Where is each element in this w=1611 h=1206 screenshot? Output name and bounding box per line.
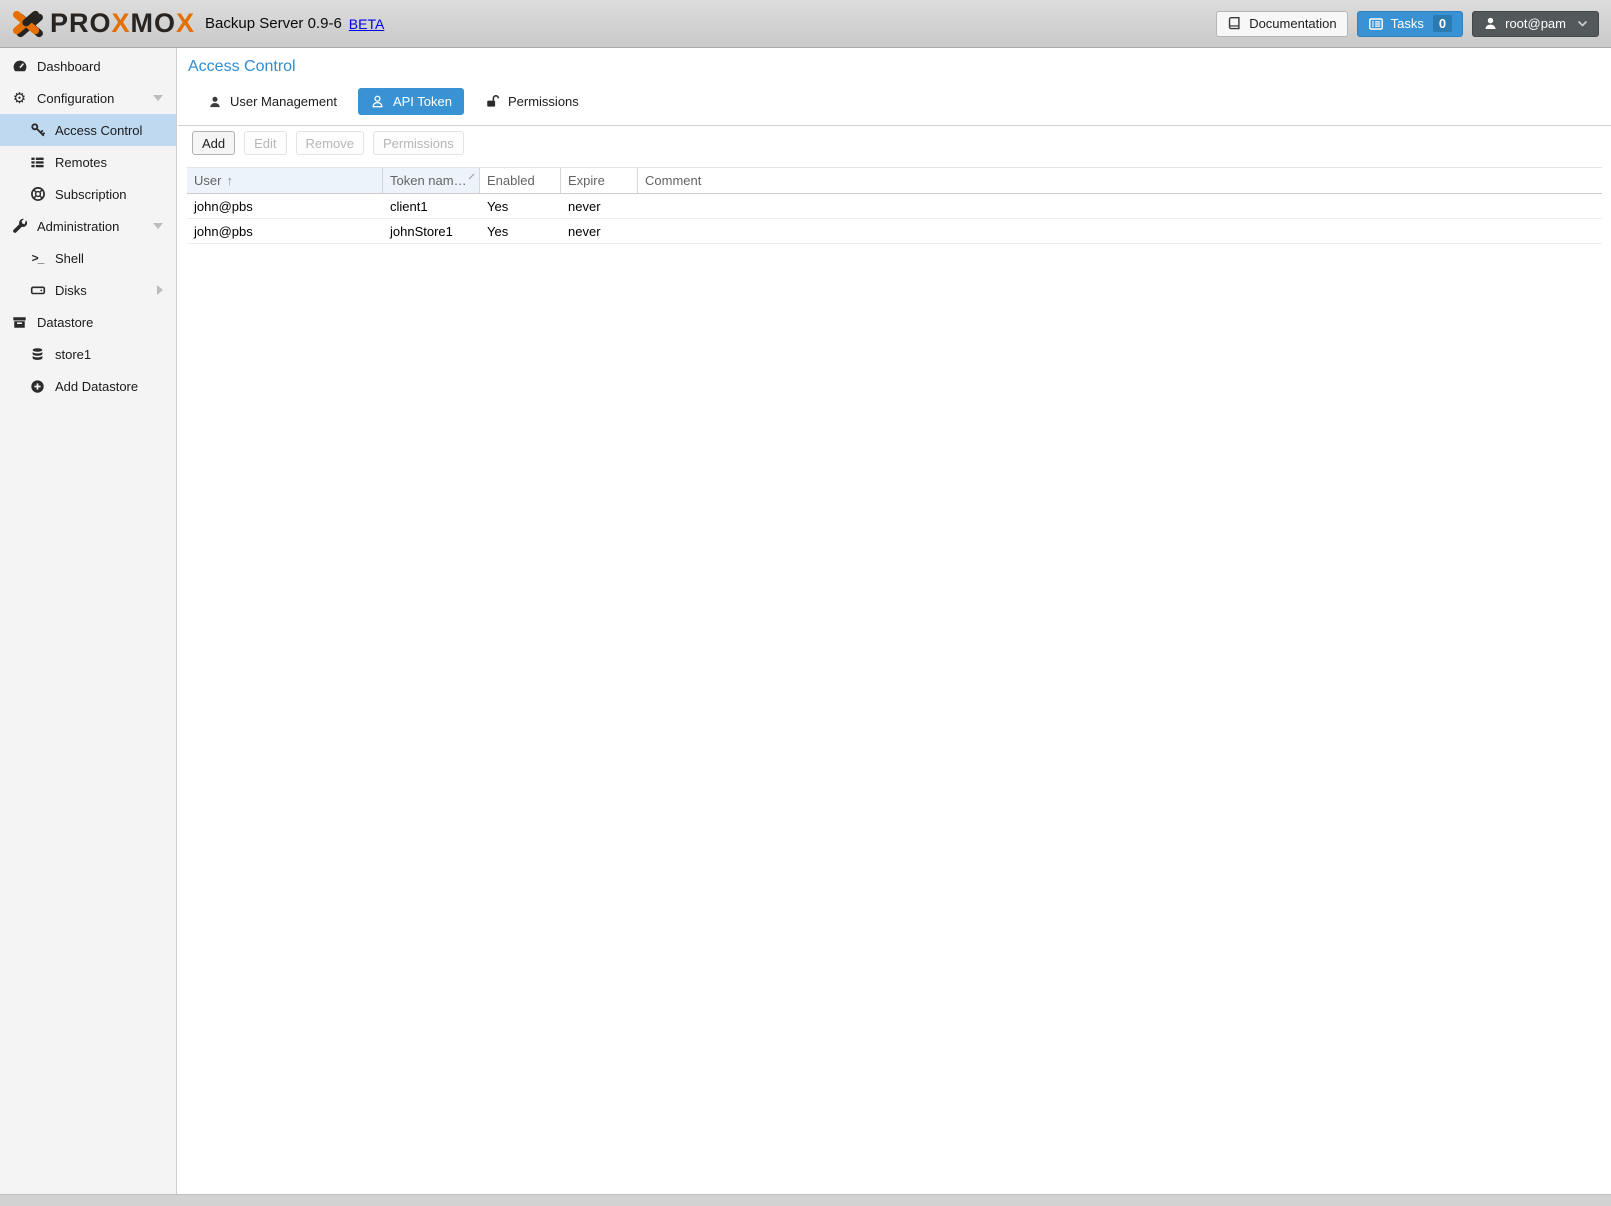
proxmox-wordmark: PROXMOX <box>50 10 195 37</box>
cell-token: client1 <box>383 194 480 218</box>
key-icon <box>28 122 47 138</box>
tab-label: Permissions <box>508 94 579 109</box>
page-title: Access Control <box>178 48 1611 76</box>
tasks-label: Tasks <box>1391 16 1424 31</box>
cell-user: john@pbs <box>187 219 383 243</box>
sidebar-item-administration[interactable]: Administration <box>0 210 176 242</box>
archive-box-icon <box>10 315 29 330</box>
cell-enabled: Yes <box>480 219 561 243</box>
tab-bar: User Management API Token Permissions <box>196 88 1611 115</box>
wrench-icon <box>10 218 29 234</box>
hard-drive-icon <box>28 282 47 298</box>
tab-user-management[interactable]: User Management <box>196 88 349 115</box>
user-icon <box>1483 16 1498 31</box>
cell-token: johnStore1 <box>383 219 480 243</box>
tab-label: API Token <box>393 94 452 109</box>
table-row[interactable]: john@pbs client1 Yes never <box>187 194 1602 219</box>
sidebar-item-label: Subscription <box>55 187 127 202</box>
proxmox-x-icon <box>10 9 44 39</box>
tab-label: User Management <box>230 94 337 109</box>
sidebar-item-add-datastore[interactable]: Add Datastore <box>0 370 176 402</box>
gears-icon: ⚙ <box>10 91 29 106</box>
unlock-icon <box>485 94 500 109</box>
sidebar-item-label: Access Control <box>55 123 142 138</box>
documentation-button[interactable]: Documentation <box>1216 11 1347 37</box>
sidebar-item-label: Dashboard <box>37 59 101 74</box>
list-icon <box>28 155 47 170</box>
main-panel: Access Control User Management API Token <box>178 48 1611 1194</box>
beta-link[interactable]: BETA <box>349 16 385 32</box>
documentation-label: Documentation <box>1249 16 1336 31</box>
tasks-count-badge: 0 <box>1433 15 1452 32</box>
app-title: Backup Server 0.9-6 <box>205 15 342 32</box>
top-header: PROXMOX Backup Server 0.9-6 BETA Documen… <box>0 0 1611 48</box>
user-menu-button[interactable]: root@pam <box>1472 11 1599 37</box>
life-ring-icon <box>28 186 47 202</box>
cell-expire: never <box>561 219 638 243</box>
user-outline-icon <box>370 94 385 109</box>
column-header-expire[interactable]: Expire <box>561 168 638 193</box>
cell-expire: never <box>561 194 638 218</box>
sidebar-item-dashboard[interactable]: Dashboard <box>0 50 176 82</box>
column-header-token-name[interactable]: Token nam… <box>383 168 480 193</box>
sidebar-item-access-control[interactable]: Access Control <box>0 114 176 146</box>
cell-enabled: Yes <box>480 194 561 218</box>
sidebar-item-store1[interactable]: store1 <box>0 338 176 370</box>
remove-button[interactable]: Remove <box>296 131 364 155</box>
cell-user: john@pbs <box>187 194 383 218</box>
user-solid-icon <box>208 95 222 109</box>
sidebar-item-subscription[interactable]: Subscription <box>0 178 176 210</box>
bottom-statusbar <box>0 1194 1611 1206</box>
sidebar-nav: Dashboard ⚙ Configuration Access Control… <box>0 48 177 1194</box>
sidebar-item-label: Configuration <box>37 91 114 106</box>
sidebar-item-disks[interactable]: Disks <box>0 274 176 306</box>
user-menu-label: root@pam <box>1505 16 1566 31</box>
sort-asc-icon: ↑ <box>226 173 233 188</box>
task-list-icon <box>1368 16 1384 32</box>
chevron-down-icon <box>1577 20 1588 27</box>
plus-circle-icon <box>28 379 47 394</box>
sidebar-item-label: Administration <box>37 219 119 234</box>
api-token-table: User ↑ Token nam… Enabled Expire Comment… <box>187 167 1602 244</box>
table-header-row: User ↑ Token nam… Enabled Expire Comment <box>187 168 1602 194</box>
grid-toolbar: Add Edit Remove Permissions <box>178 126 1611 160</box>
database-icon <box>28 347 47 362</box>
sidebar-item-label: Shell <box>55 251 84 266</box>
column-header-user[interactable]: User ↑ <box>187 168 383 193</box>
sidebar-item-datastore[interactable]: Datastore <box>0 306 176 338</box>
tab-api-token[interactable]: API Token <box>358 88 464 115</box>
collapse-arrow-icon[interactable] <box>153 223 163 229</box>
sidebar-item-label: store1 <box>55 347 91 362</box>
add-button[interactable]: Add <box>192 131 235 155</box>
permissions-button[interactable]: Permissions <box>373 131 464 155</box>
collapse-arrow-icon[interactable] <box>153 95 163 101</box>
truncation-mark-icon <box>468 173 475 180</box>
tab-permissions[interactable]: Permissions <box>473 88 591 115</box>
sidebar-item-remotes[interactable]: Remotes <box>0 146 176 178</box>
sidebar-item-label: Add Datastore <box>55 379 138 394</box>
sidebar-item-label: Disks <box>55 283 87 298</box>
submenu-arrow-icon[interactable] <box>157 285 163 295</box>
sidebar-item-shell[interactable]: >_ Shell <box>0 242 176 274</box>
sidebar-item-label: Datastore <box>37 315 93 330</box>
sidebar-item-configuration[interactable]: ⚙ Configuration <box>0 82 176 114</box>
proxmox-logo: PROXMOX <box>10 9 195 39</box>
cell-comment <box>638 194 1602 218</box>
table-row[interactable]: john@pbs johnStore1 Yes never <box>187 219 1602 244</box>
edit-button[interactable]: Edit <box>244 131 286 155</box>
book-icon <box>1227 16 1242 31</box>
dashboard-gauge-icon <box>10 58 29 74</box>
column-header-enabled[interactable]: Enabled <box>480 168 561 193</box>
cell-comment <box>638 219 1602 243</box>
tasks-button[interactable]: Tasks 0 <box>1357 11 1463 37</box>
terminal-icon: >_ <box>28 251 47 265</box>
sidebar-item-label: Remotes <box>55 155 107 170</box>
column-header-comment[interactable]: Comment <box>638 168 1602 193</box>
